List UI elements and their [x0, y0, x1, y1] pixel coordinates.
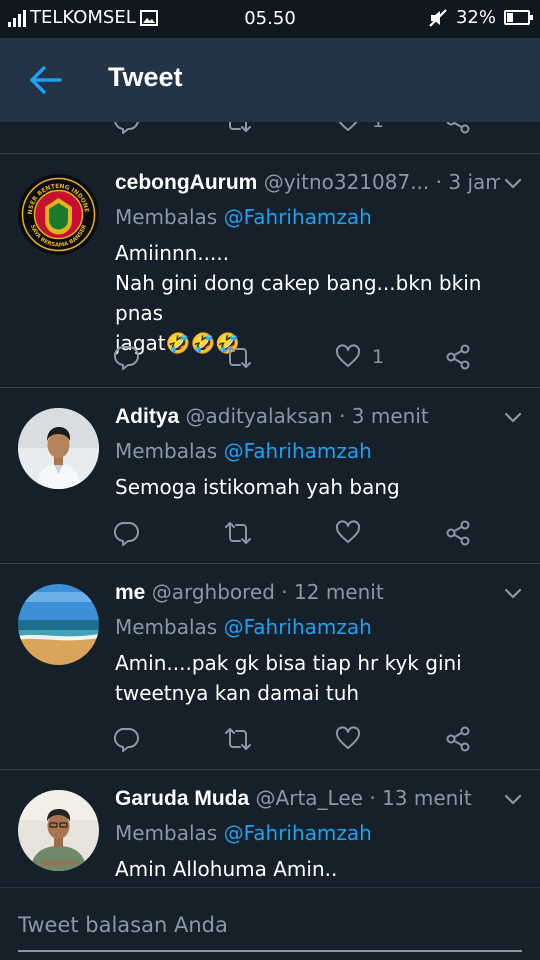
tweet-text-line: Semoga istikomah yah bang: [115, 475, 400, 499]
reply-context: Membalas @Fahrihamzah: [115, 439, 372, 463]
tweet-text: Amiinnn..... Nah gini dong cakep bang...…: [115, 238, 525, 358]
previous-tweet-actions: 1: [0, 122, 540, 136]
avatar[interactable]: [18, 584, 99, 665]
reply-icon[interactable]: [114, 344, 140, 370]
like-count: 1: [372, 122, 384, 132]
tweet-text-line: Amin Allohuma Amin..: [115, 857, 338, 881]
reply-icon[interactable]: [114, 122, 140, 134]
battery-icon: [504, 10, 533, 25]
reply-prefix: Membalas: [115, 615, 218, 639]
share-icon[interactable]: [445, 344, 471, 370]
like-icon[interactable]: [335, 122, 361, 132]
tweet-actions: [0, 726, 540, 756]
like-icon[interactable]: [335, 344, 361, 368]
avatar[interactable]: [18, 790, 99, 871]
like-icon[interactable]: [335, 726, 361, 750]
reply-context: Membalas @Fahrihamzah: [115, 205, 372, 229]
reply-prefix: Membalas: [115, 205, 218, 229]
handle[interactable]: @arghbored: [152, 580, 275, 604]
mention-link[interactable]: @Fahrihamzah: [224, 205, 372, 229]
retweet-icon[interactable]: [224, 520, 252, 546]
tweet-text: Amin Allohuma Amin..: [115, 854, 525, 884]
reply-feed[interactable]: 1 BANSER BENTENG INDONESIA SAYA BERSAMA …: [0, 122, 540, 887]
reply-context: Membalas @Fahrihamzah: [115, 821, 372, 845]
display-name[interactable]: Garuda Muda: [115, 787, 249, 810]
handle[interactable]: @adityalaksan: [186, 404, 333, 428]
reply-prefix: Membalas: [115, 439, 218, 463]
reply-icon[interactable]: [114, 726, 140, 752]
chevron-down-icon[interactable]: [504, 794, 522, 806]
share-icon[interactable]: [445, 122, 471, 134]
chevron-down-icon[interactable]: [504, 588, 522, 600]
retweet-icon[interactable]: [224, 726, 252, 752]
mention-link[interactable]: @Fahrihamzah: [224, 439, 372, 463]
display-name[interactable]: cebongAurum: [115, 171, 257, 194]
tweet-header: Garuda Muda @Arta_Lee · 13 menit: [115, 786, 500, 811]
timestamp: · 3 jam: [435, 170, 500, 194]
retweet-icon[interactable]: [224, 344, 252, 370]
tweet-text: Amin....pak gk bisa tiap hr kyk gini twe…: [115, 648, 525, 708]
mute-icon: [429, 8, 447, 27]
share-icon[interactable]: [445, 520, 471, 546]
page-title: Tweet: [108, 62, 183, 92]
like-count: 1: [372, 346, 385, 368]
back-arrow-icon[interactable]: [26, 62, 66, 98]
timestamp: · 12 menit: [281, 580, 384, 604]
mention-link[interactable]: @Fahrihamzah: [224, 821, 372, 845]
reply-context: Membalas @Fahrihamzah: [115, 615, 372, 639]
reply-icon[interactable]: [114, 520, 140, 546]
tweet-text-line: Nah gini dong cakep bang...bkn bkin pnas: [115, 271, 482, 325]
top-app-bar: Tweet: [0, 38, 540, 122]
tweet-header: me @arghbored · 12 menit: [115, 580, 500, 605]
display-name[interactable]: me: [115, 581, 145, 604]
avatar[interactable]: BANSER BENTENG INDONESIA SAYA BERSAMA BA…: [18, 174, 99, 255]
tweet-item[interactable]: me @arghbored · 12 menit Membalas @Fahri…: [0, 563, 540, 769]
reply-compose-bar: [0, 887, 540, 960]
tweet-header: Aditya @adityalaksan · 3 menit: [115, 404, 500, 429]
share-icon[interactable]: [445, 726, 471, 752]
tweet-actions: 1: [0, 344, 540, 374]
tweet-item[interactable]: Garuda Muda @Arta_Lee · 13 menit Membala…: [0, 769, 540, 887]
status-bar: TELKOMSEL 05.50 32%: [0, 0, 540, 38]
tweet-actions: [0, 520, 540, 550]
status-right: 32%: [428, 7, 533, 28]
tweet-text: Semoga istikomah yah bang: [115, 472, 525, 502]
tweet-header: cebongAurum @yitno321087... · 3 jam: [115, 170, 500, 195]
display-name[interactable]: Aditya: [115, 405, 179, 428]
tweet-text-line: Amin....pak gk bisa tiap hr kyk gini: [115, 651, 462, 675]
retweet-icon[interactable]: [224, 122, 252, 134]
reply-prefix: Membalas: [115, 821, 218, 845]
reply-input[interactable]: [18, 910, 522, 940]
input-underline: [18, 950, 522, 952]
like-icon[interactable]: [335, 520, 361, 544]
timestamp: · 13 menit: [369, 786, 472, 810]
handle[interactable]: @Arta_Lee: [256, 786, 363, 810]
tweet-text-line: tweetnya kan damai tuh: [115, 681, 360, 705]
timestamp: · 3 menit: [339, 404, 429, 428]
mention-link[interactable]: @Fahrihamzah: [224, 615, 372, 639]
chevron-down-icon[interactable]: [504, 412, 522, 424]
tweet-item[interactable]: Aditya @adityalaksan · 3 menit Membalas …: [0, 387, 540, 563]
avatar[interactable]: [18, 408, 99, 489]
handle[interactable]: @yitno321087...: [264, 170, 430, 194]
chevron-down-icon[interactable]: [504, 178, 522, 190]
battery-percent: 32%: [455, 7, 496, 28]
tweet-item[interactable]: BANSER BENTENG INDONESIA SAYA BERSAMA BA…: [0, 153, 540, 387]
tweet-text-line: Amiinnn.....: [115, 241, 230, 265]
